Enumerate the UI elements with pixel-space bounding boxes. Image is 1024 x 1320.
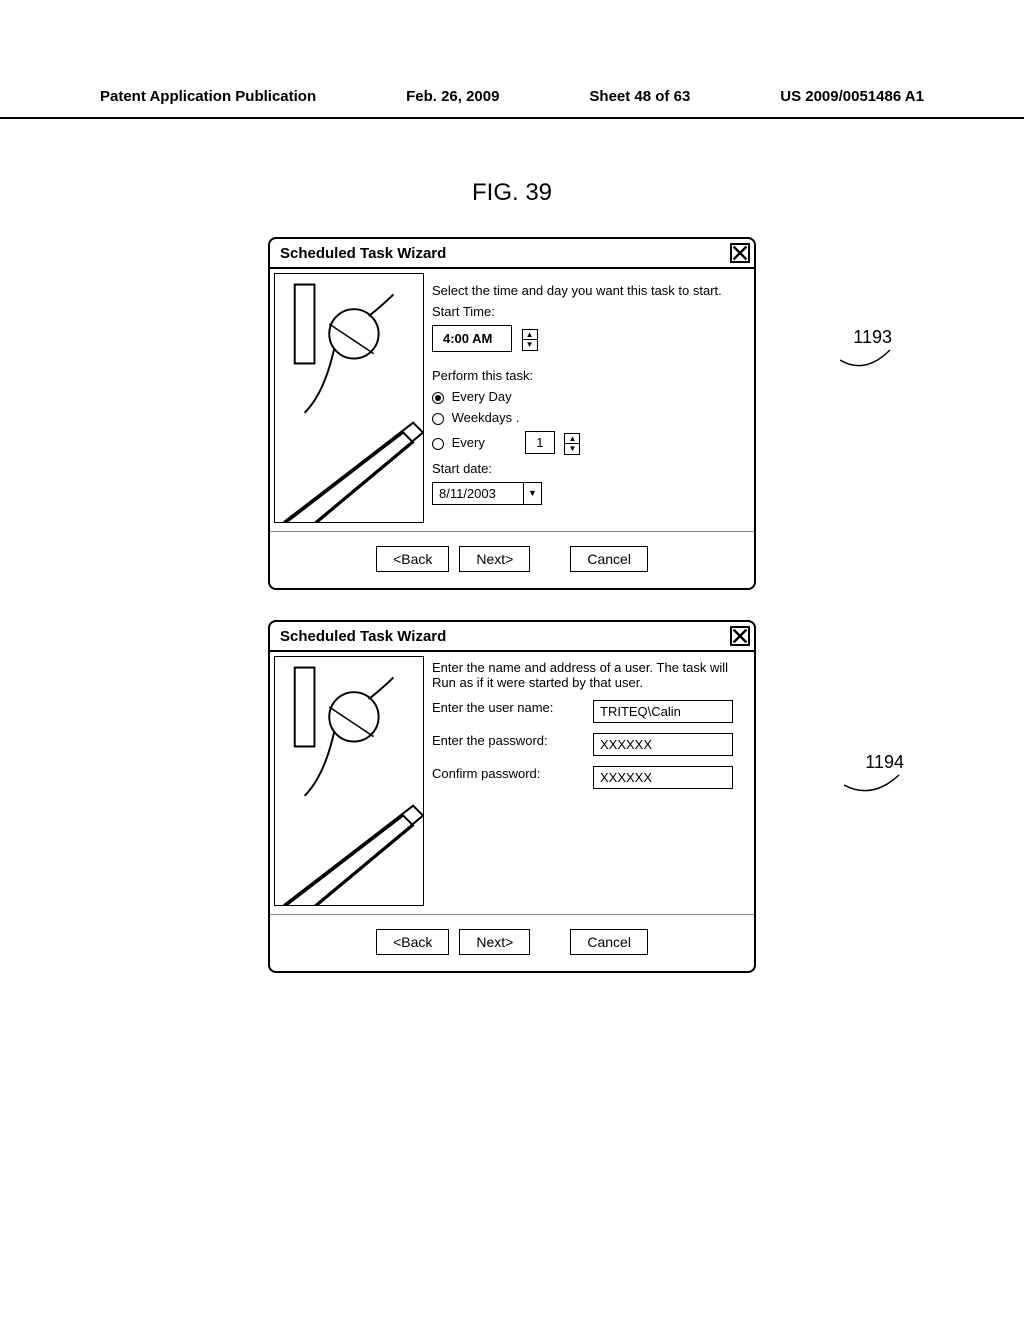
password-label: Enter the password: <box>432 733 585 756</box>
confirm-password-input[interactable]: XXXXXX <box>593 766 733 789</box>
chevron-down-icon[interactable]: ▼ <box>523 483 541 504</box>
cancel-button[interactable]: Cancel <box>570 929 648 955</box>
wizard-illustration <box>274 273 424 523</box>
title-bar: Scheduled Task Wizard <box>270 622 754 652</box>
radio-weekdays[interactable] <box>432 413 444 425</box>
start-time-label: Start Time: <box>432 304 746 319</box>
wizard-illustration <box>274 656 424 906</box>
spinner-up-icon[interactable]: ▲ <box>523 330 537 340</box>
perform-task-label: Perform this task: <box>432 368 746 383</box>
instruction-text: Select the time and day you want this ta… <box>432 283 746 298</box>
radio-every[interactable] <box>432 438 444 450</box>
figure-label: FIG. 39 <box>0 179 1024 207</box>
opt-everyday-label: Every Day <box>452 389 512 404</box>
next-button[interactable]: Next> <box>459 929 530 955</box>
dialog-content: Enter the name and address of a user. Th… <box>428 652 754 910</box>
opt-every-label: Every <box>452 435 485 450</box>
spinner-up-icon[interactable]: ▲ <box>565 434 579 444</box>
sheet-num: Sheet 48 of 63 <box>589 88 690 105</box>
cancel-button[interactable]: Cancel <box>570 546 648 572</box>
wizard-dialog-credentials: Scheduled Task Wizard Enter the name and… <box>268 620 756 973</box>
pub-label: Patent Application Publication <box>100 88 316 105</box>
next-button[interactable]: Next> <box>459 546 530 572</box>
start-time-input[interactable]: 4:00 AM <box>432 325 512 352</box>
time-spinner[interactable]: ▲▼ <box>522 329 538 351</box>
start-date-value: 8/11/2003 <box>433 483 523 504</box>
instruction-line2: Run as if it were started by that user. <box>432 675 746 690</box>
close-icon[interactable] <box>730 243 750 263</box>
password-input[interactable]: XXXXXX <box>593 733 733 756</box>
pub-number: US 2009/0051486 A1 <box>780 88 924 105</box>
radio-everyday[interactable] <box>432 392 444 404</box>
dialog-content: Select the time and day you want this ta… <box>428 269 754 527</box>
days-spinner[interactable]: ▲▼ <box>564 433 580 455</box>
close-icon[interactable] <box>730 626 750 646</box>
dialog-title: Scheduled Task Wizard <box>280 628 446 645</box>
spinner-down-icon[interactable]: ▼ <box>565 444 579 454</box>
back-button[interactable]: <Back <box>376 546 449 572</box>
title-bar: Scheduled Task Wizard <box>270 239 754 269</box>
instruction-line1: Enter the name and address of a user. Th… <box>432 660 746 675</box>
username-label: Enter the user name: <box>432 700 585 723</box>
wizard-dialog-time: Scheduled Task Wizard Select the time an… <box>268 237 756 590</box>
every-days-input[interactable]: 1 <box>525 431 555 454</box>
pub-date: Feb. 26, 2009 <box>406 88 499 105</box>
opt-weekdays-label: Weekdays . <box>452 410 520 425</box>
back-button[interactable]: <Back <box>376 929 449 955</box>
page-header: Patent Application Publication Feb. 26, … <box>0 0 1024 119</box>
spinner-down-icon[interactable]: ▼ <box>523 340 537 350</box>
dialog-title: Scheduled Task Wizard <box>280 245 446 262</box>
button-row: <Back Next> Cancel <box>270 914 754 971</box>
button-row: <Back Next> Cancel <box>270 531 754 588</box>
username-input[interactable]: TRITEQ\Calin <box>593 700 733 723</box>
start-date-label: Start date: <box>432 461 746 476</box>
start-date-dropdown[interactable]: 8/11/2003 ▼ <box>432 482 542 505</box>
confirm-password-label: Confirm password: <box>432 766 585 789</box>
